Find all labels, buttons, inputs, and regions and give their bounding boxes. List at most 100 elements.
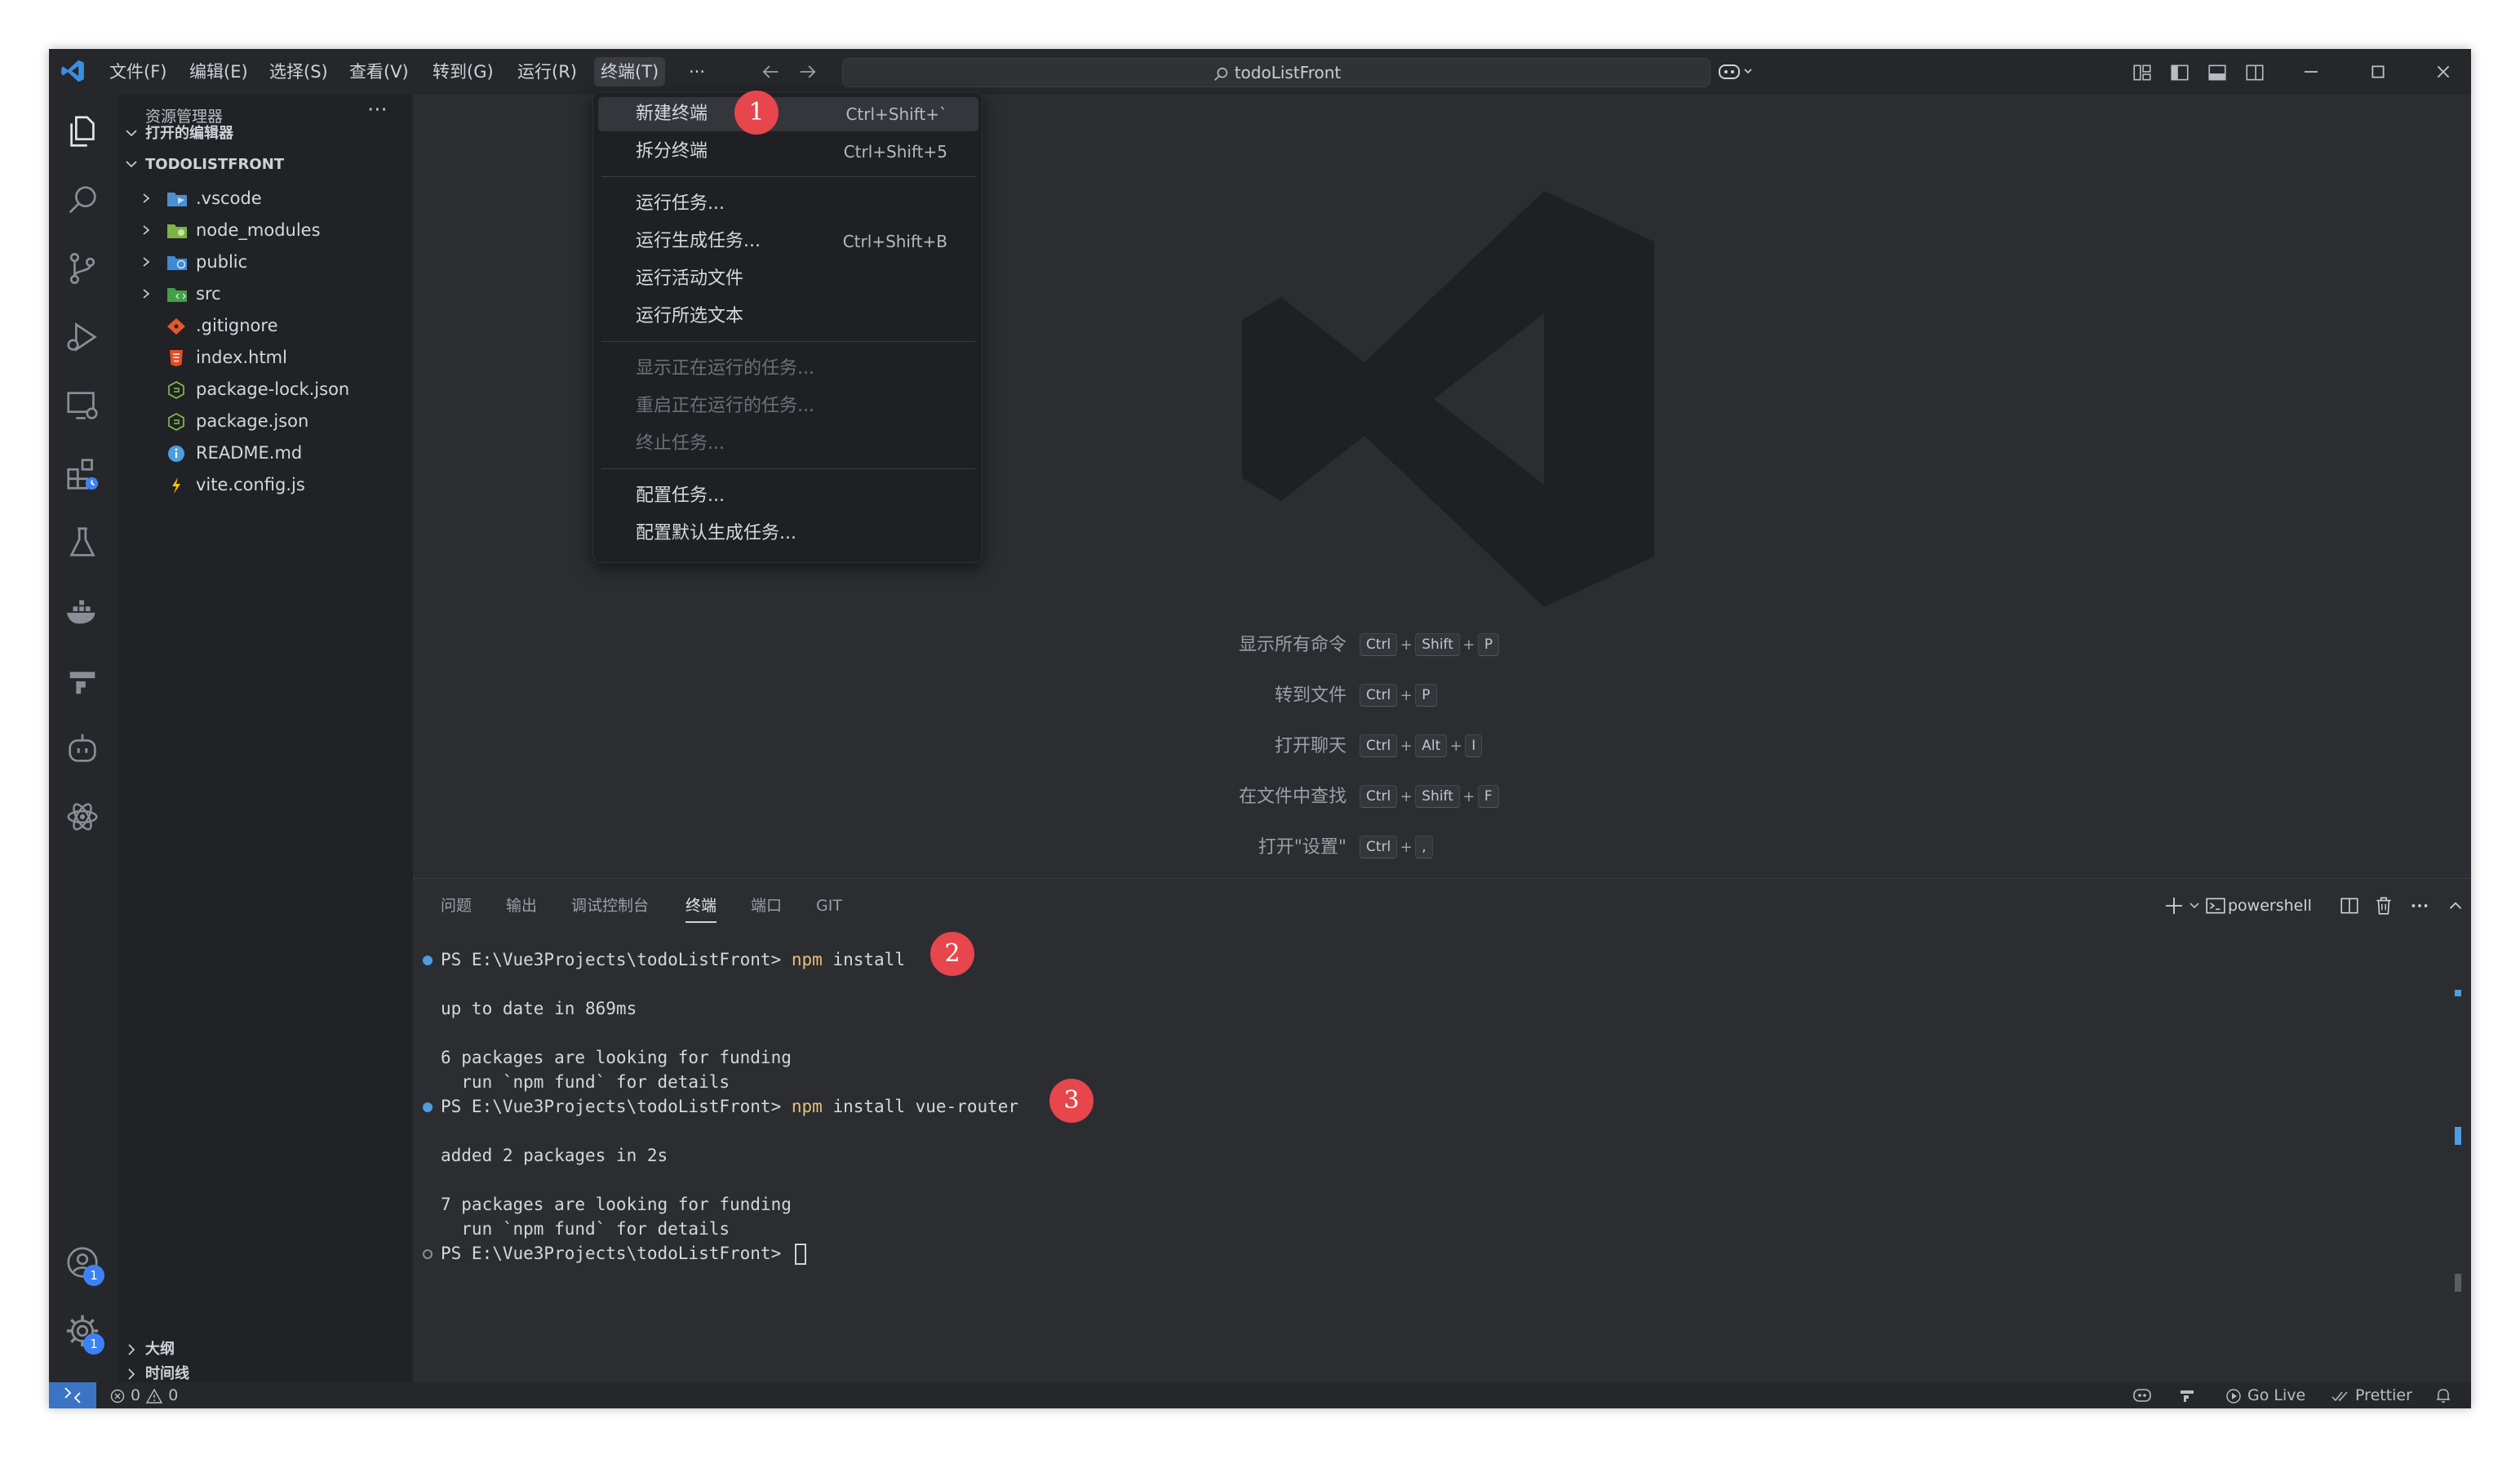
tree-item-public[interactable]: public — [118, 246, 413, 277]
git-graph-status-icon[interactable] — [2177, 1386, 2198, 1405]
terminal-shell-name[interactable]: powershell — [2228, 892, 2312, 920]
chevron-right-icon — [122, 1366, 140, 1382]
tab-git[interactable]: GIT — [816, 892, 842, 920]
copilot-status-icon[interactable] — [2132, 1386, 2153, 1405]
remote-explorer-icon[interactable] — [64, 387, 101, 424]
menu-item-terminate-task[interactable]: 终止任务... — [598, 427, 978, 461]
tree-item-gitignore[interactable]: .gitignore — [118, 310, 413, 341]
split-terminal-icon[interactable] — [2339, 895, 2360, 916]
tree-item-vscode[interactable]: .vscode — [118, 183, 413, 214]
command-status-dot — [423, 956, 433, 965]
tab-ports[interactable]: 端口 — [751, 892, 782, 920]
tree-item-label: package-lock.json — [196, 379, 350, 399]
problems-status[interactable]: 0 0 — [109, 1382, 178, 1408]
menu-view[interactable]: 查看(V) — [343, 57, 415, 86]
search-icon — [1212, 65, 1230, 83]
menu-separator — [601, 176, 975, 177]
tree-item-package-json[interactable]: package.json — [118, 406, 413, 437]
react-icon[interactable] — [64, 798, 101, 836]
step-marker-3: 3 — [1049, 1079, 1094, 1123]
maximize-icon[interactable] — [2365, 59, 2391, 85]
settings-badge: 1 — [83, 1333, 104, 1355]
shortcut-keys: Ctrl + Alt + I — [1360, 734, 1483, 759]
remote-indicator[interactable] — [49, 1382, 96, 1408]
source-control-icon[interactable] — [64, 250, 101, 287]
menu-item-new-terminal[interactable]: 新建终端 Ctrl+Shift+` — [598, 97, 978, 131]
menu-item-run-active-file[interactable]: 运行活动文件 — [598, 262, 978, 296]
chevron-right-icon — [140, 224, 152, 236]
menu-run[interactable]: 运行(R) — [511, 57, 583, 86]
terminal-input-line[interactable]: PS E:\Vue3Projects\todoListFront> — [441, 1241, 806, 1266]
vscode-watermark-icon — [1242, 191, 1666, 607]
more-actions-icon[interactable] — [2409, 895, 2430, 916]
menu-item-run-selected-text[interactable]: 运行所选文本 — [598, 299, 978, 334]
menu-item-configure-tasks[interactable]: 配置任务... — [598, 479, 978, 513]
menu-more[interactable]: ··· — [682, 57, 712, 86]
project-section[interactable]: TODOLISTFRONT — [118, 150, 413, 180]
menu-terminal[interactable]: 终端(T) — [594, 57, 666, 86]
tab-terminal[interactable]: 终端 — [685, 892, 717, 923]
timeline-section[interactable]: 时间线 — [118, 1366, 413, 1382]
go-live-button[interactable]: Go Live — [2225, 1382, 2305, 1408]
shortcut-keys: Ctrl +, — [1360, 836, 1433, 860]
tree-item-label: node_modules — [196, 220, 321, 240]
shortcut-label: 转到文件 — [1274, 685, 1347, 706]
tree-item-index-html[interactable]: index.html — [118, 342, 413, 373]
toggle-secondary-sidebar-icon[interactable] — [2244, 62, 2265, 83]
minimize-icon[interactable] — [2298, 59, 2324, 85]
menu-item-run-task[interactable]: 运行任务... — [598, 187, 978, 221]
terminal-line: 7 packages are looking for funding — [441, 1195, 792, 1214]
new-terminal-plus-icon[interactable] — [2164, 895, 2203, 916]
command-center-search[interactable]: todoListFront — [842, 58, 1710, 87]
toggle-panel-icon[interactable] — [2207, 62, 2228, 83]
menu-item-show-running-tasks[interactable]: 显示正在运行的任务... — [598, 352, 978, 386]
tree-item-package-lock-json[interactable]: package-lock.json — [118, 374, 413, 405]
extensions-icon[interactable] — [64, 455, 101, 493]
menu-go[interactable]: 转到(G) — [426, 57, 500, 86]
tab-problems[interactable]: 问题 — [441, 892, 472, 920]
close-window-icon[interactable] — [2430, 59, 2456, 85]
git-graph-icon[interactable] — [64, 661, 101, 698]
tree-item-node-modules[interactable]: node_modules — [118, 215, 413, 246]
arrow-right-icon[interactable] — [796, 60, 819, 83]
double-check-icon — [2331, 1388, 2350, 1404]
menu-file[interactable]: 文件(F) — [103, 57, 173, 86]
trash-icon[interactable] — [2373, 895, 2394, 916]
html-icon — [166, 349, 186, 367]
tab-output[interactable]: 输出 — [506, 892, 537, 920]
docker-icon[interactable] — [64, 592, 101, 630]
open-editors-section[interactable]: 打开的编辑器 — [118, 119, 413, 149]
menu-item-configure-default-build-task[interactable]: 配置默认生成任务... — [598, 517, 978, 551]
explorer-icon[interactable] — [64, 113, 101, 150]
remote-icon — [62, 1386, 83, 1405]
terminal-line: added 2 packages in 2s — [441, 1146, 668, 1165]
toggle-primary-sidebar-icon[interactable] — [2169, 62, 2190, 83]
tree-item-readme[interactable]: README.md — [118, 437, 413, 468]
menu-item-run-build-task[interactable]: 运行生成任务... Ctrl+Shift+B — [598, 224, 978, 259]
scrollbar-thumb[interactable] — [2455, 1274, 2461, 1292]
step-marker-2: 2 — [930, 932, 974, 976]
menu-item-split-terminal[interactable]: 拆分终端 Ctrl+Shift+5 — [598, 135, 978, 169]
copilot-chat-icon[interactable] — [64, 730, 101, 767]
run-debug-icon[interactable] — [64, 318, 101, 356]
testing-icon[interactable] — [64, 524, 101, 561]
error-count: 0 — [131, 1386, 141, 1404]
tab-debug-console[interactable]: 调试控制台 — [571, 892, 649, 920]
command-status-dot — [423, 1249, 433, 1259]
menu-edit[interactable]: 编辑(E) — [183, 57, 255, 86]
arrow-left-icon[interactable] — [759, 60, 782, 83]
bell-icon[interactable] — [2433, 1386, 2453, 1405]
menu-item-restart-running-task[interactable]: 重启正在运行的任务... — [598, 389, 978, 424]
tree-item-src[interactable]: src — [118, 278, 413, 309]
maximize-panel-chevron-up-icon[interactable] — [2445, 895, 2466, 916]
outline-section[interactable]: 大纲 — [118, 1335, 413, 1364]
customize-layout-icon[interactable] — [2132, 62, 2153, 83]
chevron-down-icon — [122, 119, 140, 149]
copilot-icon[interactable] — [1717, 60, 1755, 83]
menu-selection[interactable]: 选择(S) — [263, 57, 335, 86]
prettier-status[interactable]: Prettier — [2331, 1382, 2412, 1408]
search-icon[interactable] — [64, 181, 101, 219]
shortcut-label: 显示所有命令 — [1238, 635, 1347, 655]
terminal-cursor — [794, 1244, 806, 1265]
tree-item-vite-config[interactable]: vite.config.js — [118, 469, 413, 500]
